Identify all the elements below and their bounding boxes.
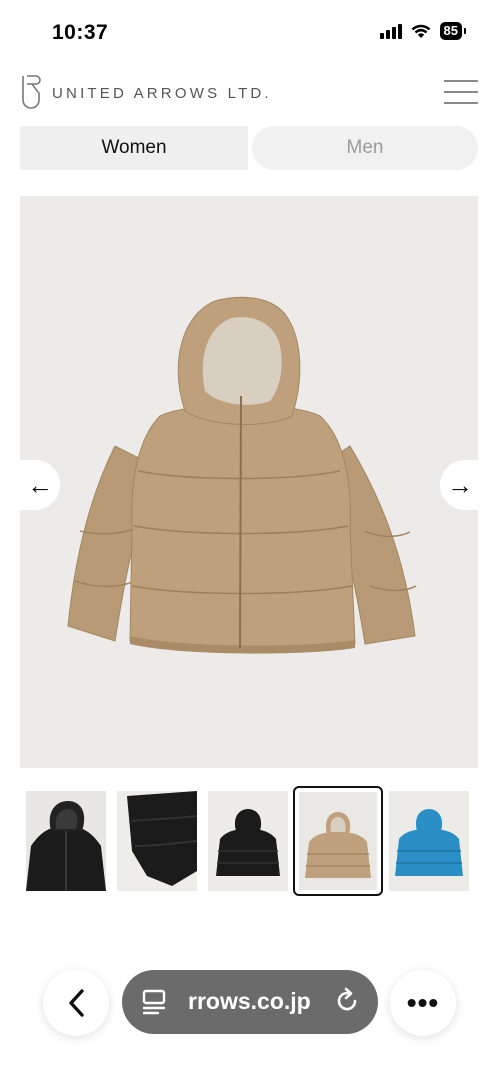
address-bar[interactable]: rrows.co.jp: [122, 970, 378, 1034]
black-jacket-detail-image: [127, 791, 197, 886]
status-time: 10:37: [52, 21, 109, 44]
black-jacket-front-image: [26, 801, 106, 891]
status-icons: 85: [379, 22, 467, 40]
site-header: UNITED ARROWS LTD.: [0, 70, 500, 118]
chevron-left-icon: [69, 989, 84, 1017]
tab-women[interactable]: Women: [20, 126, 248, 170]
tab-men[interactable]: Men: [252, 126, 478, 170]
wifi-icon: [411, 24, 430, 38]
blue-jacket-image: [395, 809, 463, 876]
puffer-jacket-image: [67, 296, 417, 654]
brand-logo-icon[interactable]: [20, 74, 42, 110]
product-image[interactable]: [20, 196, 478, 768]
black-jacket-back-image: [216, 809, 280, 876]
url-text: rrows.co.jp: [188, 988, 311, 1014]
brand-name[interactable]: UNITED ARROWS LTD.: [52, 85, 272, 102]
gender-tabs: Women Men: [20, 126, 478, 170]
battery-indicator: 85: [439, 22, 467, 40]
cellular-signal-icon: [379, 23, 402, 39]
more-options-button[interactable]: •••: [390, 970, 456, 1036]
reload-icon[interactable]: [332, 986, 362, 1016]
browser-back-button[interactable]: [43, 970, 109, 1036]
status-bar: 10:37 85: [0, 0, 500, 66]
page-menu-icon[interactable]: [142, 988, 168, 1016]
hamburger-menu-icon[interactable]: [444, 80, 478, 104]
beige-jacket-thumbnail-image: [305, 812, 371, 878]
thumbnail-1[interactable]: [26, 791, 106, 891]
thumbnail-3[interactable]: [208, 791, 288, 891]
browser-toolbar: rrows.co.jp •••: [0, 960, 500, 1050]
thumbnail-strip: [0, 786, 500, 896]
thumbnail-4-selected[interactable]: [293, 786, 383, 896]
thumbnail-2[interactable]: [117, 791, 197, 891]
thumbnail-5[interactable]: [389, 791, 469, 891]
